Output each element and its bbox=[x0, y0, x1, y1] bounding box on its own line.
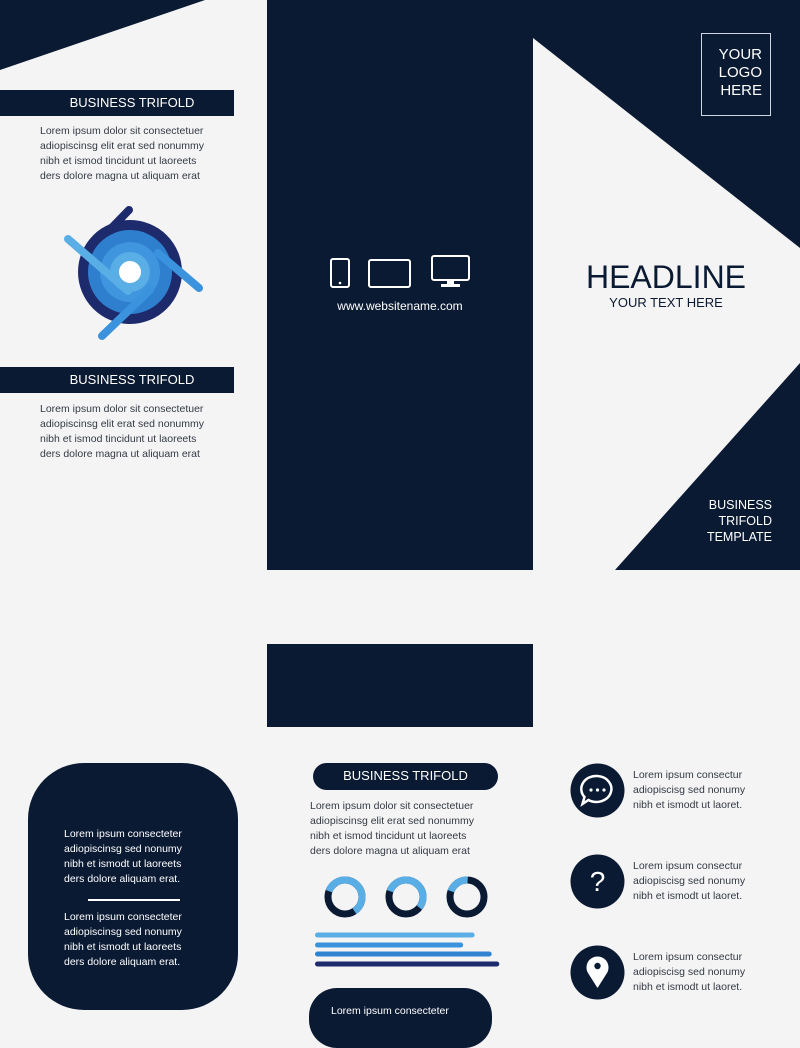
location-pin-icon bbox=[570, 945, 625, 1000]
bottom-pill-card: Lorem ipsum consecteter bbox=[309, 988, 492, 1048]
info-text: Lorem ipsum consectur adiopiscisg sed no… bbox=[633, 951, 746, 993]
svg-text:?: ? bbox=[590, 866, 606, 897]
donut-chart bbox=[446, 876, 488, 918]
progress-bar bbox=[315, 961, 500, 967]
question-mark-icon: ? bbox=[570, 854, 625, 909]
chat-bubble-icon bbox=[570, 763, 625, 818]
progress-bar bbox=[315, 951, 492, 957]
card-text: Lorem ipsum consecteter bbox=[331, 1005, 449, 1017]
donut-chart bbox=[324, 876, 366, 918]
info-text: Lorem ipsum consectur adiopiscisg sed no… bbox=[633, 769, 746, 811]
progress-bar bbox=[315, 932, 475, 938]
info-text: Lorem ipsum consectur adiopiscisg sed no… bbox=[633, 860, 746, 902]
donut-chart bbox=[385, 876, 427, 918]
progress-bar bbox=[315, 942, 464, 948]
